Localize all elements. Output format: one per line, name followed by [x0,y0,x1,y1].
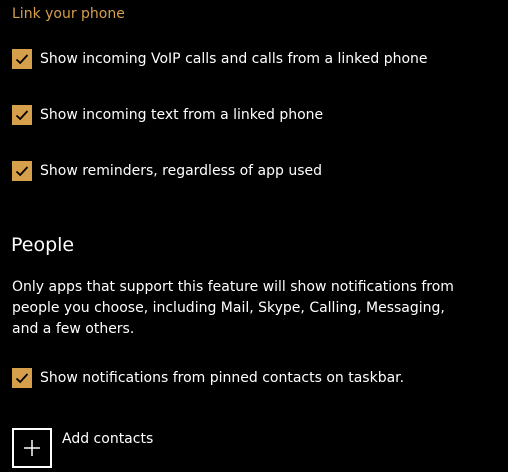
checkmark-icon [15,110,29,121]
people-description: Only apps that support this feature will… [12,279,454,337]
add-contacts-tile[interactable] [12,428,52,468]
add-contacts-button[interactable]: Add contacts [12,428,153,468]
voip-calls-checkbox-row[interactable]: Show incoming VoIP calls and calls from … [12,49,428,69]
checkmark-icon [15,166,29,177]
incoming-text-checkbox[interactable] [12,105,32,125]
voip-calls-label: Show incoming VoIP calls and calls from … [40,51,428,67]
reminders-label: Show reminders, regardless of app used [40,163,323,179]
plus-icon [24,440,40,456]
checkmark-icon [15,54,29,65]
pinned-contacts-label: Show notifications from pinned contacts … [40,370,405,386]
pinned-contacts-checkbox-row[interactable]: Show notifications from pinned contacts … [12,368,404,388]
add-contacts-label: Add contacts [62,431,154,447]
incoming-text-checkbox-row[interactable]: Show incoming text from a linked phone [12,105,323,125]
pinned-contacts-checkbox[interactable] [12,368,32,388]
reminders-checkbox-row[interactable]: Show reminders, regardless of app used [12,161,322,181]
checkmark-icon [15,373,29,384]
link-your-phone-header: Link your phone [12,6,125,22]
people-section-title: People [11,234,75,256]
reminders-checkbox[interactable] [12,161,32,181]
incoming-text-label: Show incoming text from a linked phone [40,107,324,123]
voip-calls-checkbox[interactable] [12,49,32,69]
